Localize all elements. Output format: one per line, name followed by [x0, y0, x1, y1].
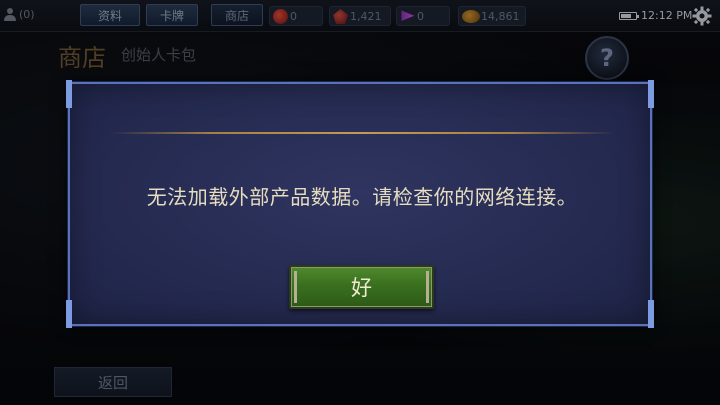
dialog-corner-ornament [648, 300, 654, 328]
dialog-corner-ornament [66, 80, 72, 108]
dialog-divider [110, 132, 615, 134]
ok-button-label: 好 [351, 276, 372, 300]
dialog-message: 无法加载外部产品数据。请检查你的网络连接。 [146, 185, 578, 209]
ok-button[interactable]: 好 [289, 265, 434, 309]
dialog-corner-ornament [66, 300, 72, 328]
error-dialog: 无法加载外部产品数据。请检查你的网络连接。 好 [66, 80, 654, 328]
dialog-corner-ornament [648, 80, 654, 108]
